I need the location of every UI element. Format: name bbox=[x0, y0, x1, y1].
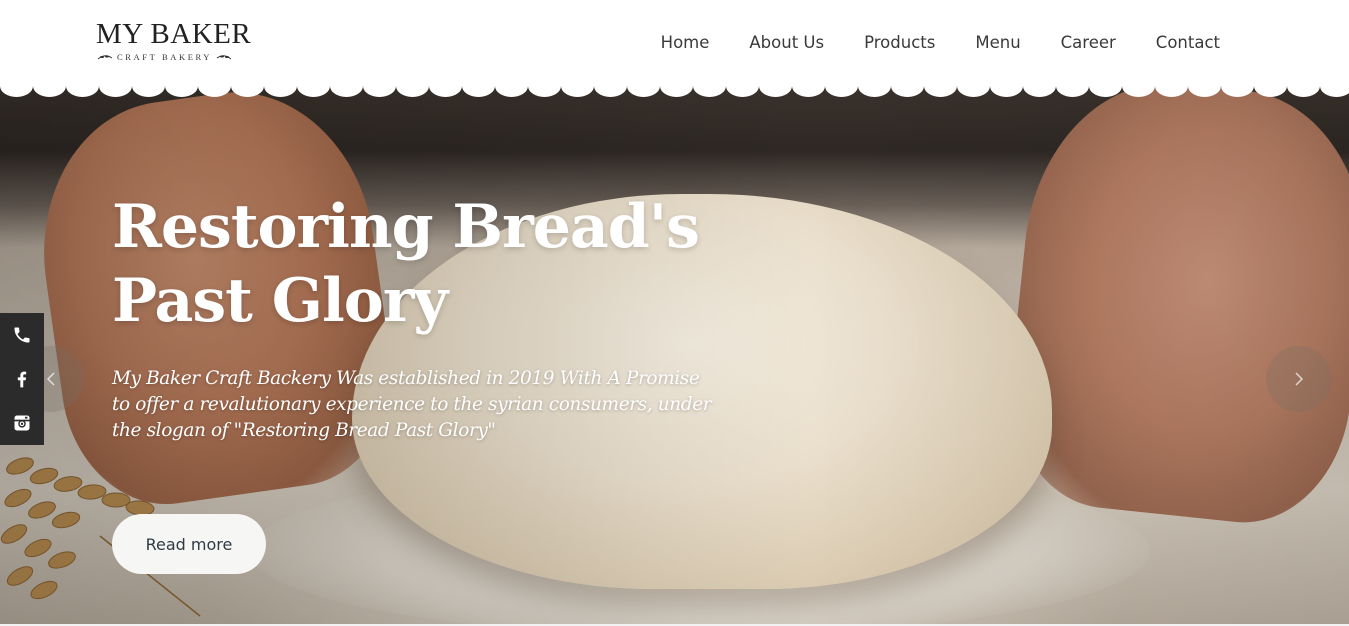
instagram-icon bbox=[14, 415, 30, 431]
hero-title-line-2: Past Glory bbox=[112, 266, 448, 336]
nav-item-about-us[interactable]: About Us bbox=[749, 31, 824, 55]
brand-logo[interactable]: MY BAKER CRAFT BAKERY bbox=[96, 18, 252, 68]
hero-slider: Restoring Bread's Past Glory My Baker Cr… bbox=[0, 86, 1349, 626]
wheat-left-icon bbox=[97, 55, 113, 60]
main-nav: Home About Us Products Menu Career Conta… bbox=[661, 31, 1220, 55]
nav-item-products[interactable]: Products bbox=[864, 31, 935, 55]
brand-tagline-row: CRAFT BAKERY bbox=[97, 52, 252, 62]
nav-item-career[interactable]: Career bbox=[1061, 31, 1116, 55]
social-phone-link[interactable] bbox=[0, 313, 44, 357]
wheat-right-icon bbox=[216, 55, 232, 60]
site-header: MY BAKER CRAFT BAKERY Home About Us Prod… bbox=[0, 0, 1349, 86]
read-more-button[interactable]: Read more bbox=[112, 514, 266, 574]
facebook-icon bbox=[17, 371, 27, 388]
social-sidebar bbox=[0, 313, 44, 445]
hero-title: Restoring Bread's Past Glory bbox=[112, 190, 732, 338]
nav-item-contact[interactable]: Contact bbox=[1156, 31, 1220, 55]
social-instagram-link[interactable] bbox=[0, 401, 44, 445]
chevron-left-icon bbox=[46, 372, 55, 386]
slider-next-button[interactable] bbox=[1266, 346, 1332, 412]
chevron-right-icon bbox=[1295, 372, 1304, 386]
hero-title-line-1: Restoring Bread's bbox=[112, 192, 700, 262]
nav-item-home[interactable]: Home bbox=[661, 31, 710, 55]
social-facebook-link[interactable] bbox=[0, 357, 44, 401]
scalloped-border bbox=[0, 84, 1349, 100]
hero-description: My Baker Craft Backery Was established i… bbox=[112, 368, 712, 441]
nav-item-menu[interactable]: Menu bbox=[975, 31, 1020, 55]
phone-icon bbox=[14, 327, 30, 343]
brand-tagline: CRAFT BAKERY bbox=[117, 52, 213, 62]
brand-name: MY BAKER bbox=[96, 18, 252, 50]
